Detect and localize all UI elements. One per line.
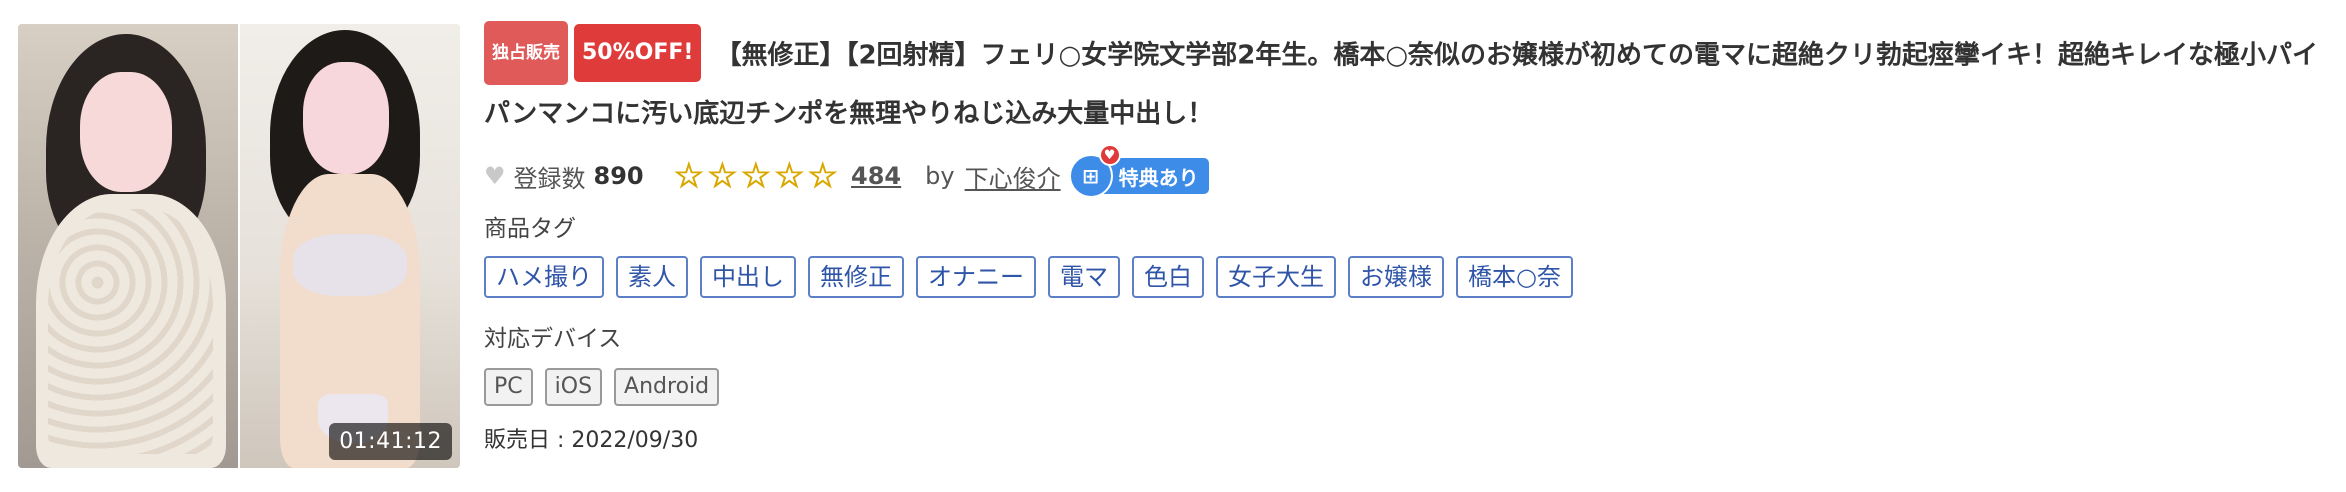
product-title[interactable]: 【無修正】【2回射精】フェリ○女学院文学部2年生。橋本○奈似のお嬢様が初めての電…	[484, 41, 2318, 130]
tag-item[interactable]: ハメ撮り	[484, 256, 604, 298]
star-rating-icon: ☆☆☆☆☆	[673, 156, 842, 197]
device-item: iOS	[544, 368, 603, 406]
tag-item[interactable]: 女子大生	[1216, 256, 1336, 298]
tag-list: ハメ撮り 素人 中出し 無修正 オナニー 電マ 色白 女子大生 お嬢様 橋本○奈	[484, 256, 2324, 298]
meta-row: ♥ 登録数 890 ☆☆☆☆☆ 484 by 下心俊介 ⊞ ♥ 特典あり	[484, 144, 2324, 198]
tag-item[interactable]: 無修正	[808, 256, 904, 298]
by-label: by	[925, 162, 955, 190]
tag-item[interactable]: オナニー	[916, 256, 1036, 298]
tag-item[interactable]: 中出し	[700, 256, 796, 298]
duration-badge: 01:41:12	[329, 423, 452, 460]
product-item: 01:41:12 独占販売 50%OFF! 【無修正】【2回射精】フェリ○女学院文学…	[0, 0, 2346, 492]
device-item: PC	[484, 368, 533, 406]
tag-item[interactable]: 素人	[616, 256, 688, 298]
perk-badge[interactable]: ⊞ ♥ 特典あり	[1068, 144, 1209, 198]
device-item: Android	[614, 368, 720, 406]
exclusive-badge: 独占販売	[484, 21, 568, 85]
thumbnail-figure-left-pattern	[48, 209, 213, 454]
tags-label: 商品タグ	[484, 216, 576, 242]
tag-item[interactable]: お嬢様	[1348, 256, 1444, 298]
thumbnail-figure-right-face	[303, 62, 389, 174]
creator-link[interactable]: 下心俊介	[965, 159, 1061, 194]
heart-badge-icon: ♥	[1098, 144, 1121, 166]
devices-label: 対応デバイス	[484, 326, 622, 352]
tag-item[interactable]: 色白	[1132, 256, 1204, 298]
tag-item[interactable]: 電マ	[1048, 256, 1120, 298]
review-count-link[interactable]: 484	[851, 162, 901, 190]
release-date: 販売日 : 2022/09/30	[484, 428, 699, 453]
thumbnail-figure-left-face	[80, 72, 172, 192]
device-list: PC iOS Android	[484, 368, 2324, 406]
favorite-count: 890	[593, 162, 644, 190]
heart-icon[interactable]: ♥	[484, 162, 506, 190]
favorite-label: 登録数	[513, 164, 586, 193]
thumbnail-figure-right-top	[293, 234, 407, 296]
perk-label: 特典あり	[1118, 165, 1199, 190]
product-thumbnail[interactable]: 01:41:12	[18, 24, 460, 468]
sale-badge: 50%OFF!	[574, 24, 702, 82]
thumbnail-divider	[238, 24, 240, 468]
title-row: 独占販売 50%OFF! 【無修正】【2回射精】フェリ○女学院文学部2年生。橋本○奈…	[484, 21, 2324, 140]
product-details: 独占販売 50%OFF! 【無修正】【2回射精】フェリ○女学院文学部2年生。橋本○奈…	[484, 21, 2324, 458]
tag-item[interactable]: 橋本○奈	[1456, 256, 1573, 298]
